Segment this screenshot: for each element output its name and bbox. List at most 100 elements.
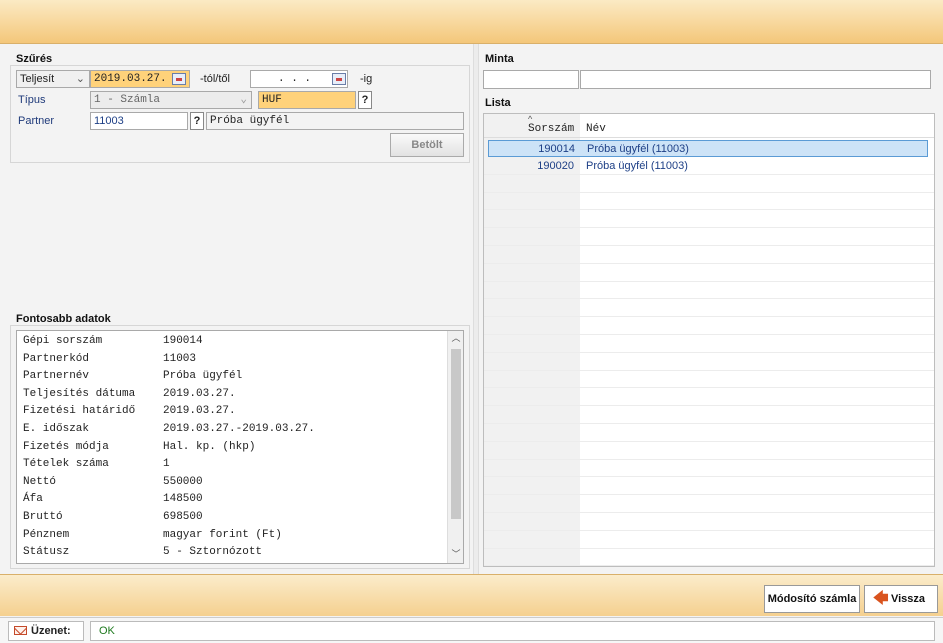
detail-key: Fizetés módja bbox=[23, 440, 109, 453]
type-select[interactable]: 1 - Számla ⌄ bbox=[90, 91, 252, 109]
table-row bbox=[484, 265, 934, 282]
table-row bbox=[484, 532, 934, 549]
list-group-title: Lista bbox=[485, 97, 511, 109]
partner-code-field[interactable]: 11003 bbox=[90, 112, 188, 130]
detail-key: Partnerkód bbox=[23, 352, 90, 365]
detail-key: Áfa bbox=[23, 493, 43, 506]
detail-key: Nettó bbox=[23, 475, 57, 488]
status-label-box: Üzenet: bbox=[8, 621, 84, 641]
date-to-value: . . . bbox=[278, 73, 312, 85]
table-row bbox=[484, 443, 934, 460]
table-row bbox=[484, 460, 934, 478]
details-panel: Gépi sorszám 190014 Partnerkód 11003 Partner… bbox=[16, 330, 464, 564]
modify-invoice-button[interactable]: Módosító számla bbox=[764, 585, 860, 613]
mail-icon bbox=[14, 626, 27, 635]
detail-value: Hal. kp. (hkp) bbox=[163, 440, 256, 453]
table-row bbox=[484, 300, 934, 318]
scroll-down-icon[interactable]: ﹀ bbox=[448, 547, 464, 563]
table-row bbox=[484, 514, 934, 531]
sample-field-1[interactable] bbox=[483, 70, 579, 89]
load-button[interactable]: Betölt bbox=[390, 133, 464, 157]
scroll-thumb[interactable] bbox=[451, 349, 461, 519]
status-bar: Üzenet: OK bbox=[0, 617, 943, 643]
window-titlebar bbox=[0, 0, 943, 44]
table-row bbox=[484, 354, 934, 371]
table-row[interactable]: 190020 Próba ügyfél (11003) bbox=[484, 158, 934, 175]
detail-value: 2019.03.27. bbox=[163, 405, 236, 418]
detail-value: Próba ügyfél bbox=[163, 370, 243, 383]
details-scrollbar[interactable]: ︿ ﹀ bbox=[447, 331, 463, 563]
from-suffix-label: -tól/től bbox=[200, 73, 230, 85]
row-name: Próba ügyfél (11003) bbox=[587, 143, 689, 155]
detail-value: 1 bbox=[163, 458, 170, 471]
partner-lookup-button[interactable]: ? bbox=[190, 112, 204, 130]
sample-group-title: Minta bbox=[485, 53, 514, 65]
detail-value: 5 - Sztornózott bbox=[163, 546, 263, 559]
detail-key: E. időszak bbox=[23, 423, 90, 435]
date-type-select[interactable]: Teljesít ⌄ bbox=[16, 70, 90, 88]
table-row bbox=[484, 318, 934, 335]
partner-name-value: Próba ügyfél bbox=[210, 115, 290, 127]
status-label: Üzenet: bbox=[31, 625, 71, 637]
calendar-icon[interactable] bbox=[172, 73, 186, 85]
currency-field[interactable]: HUF bbox=[258, 91, 356, 109]
row-number: 190020 bbox=[537, 159, 574, 172]
detail-key: Teljesítés dátuma bbox=[23, 387, 136, 400]
type-label: Típus bbox=[18, 94, 46, 106]
details-group-title: Fontosabb adatok bbox=[16, 313, 111, 325]
to-suffix-label: -ig bbox=[360, 73, 373, 85]
date-type-value: Teljesít bbox=[20, 73, 55, 85]
detail-value: 550000 bbox=[163, 475, 203, 488]
detail-value: magyar forint (Ft) bbox=[163, 528, 282, 541]
partner-label: Partner bbox=[18, 115, 55, 127]
pane-splitter[interactable] bbox=[473, 44, 479, 574]
result-list[interactable]: ^ Sorszám Név 190014 Próba ügyfél (11003)… bbox=[483, 113, 935, 567]
calendar-icon[interactable] bbox=[332, 73, 346, 85]
detail-key: Pénznem bbox=[23, 528, 70, 541]
table-row[interactable]: 190014 Próba ügyfél (11003) bbox=[488, 140, 928, 157]
column-header-name[interactable]: Név bbox=[586, 123, 606, 135]
back-arrow-icon: 🡄 bbox=[873, 590, 889, 607]
type-value: 1 - Számla bbox=[94, 94, 161, 106]
table-row bbox=[484, 247, 934, 264]
detail-value: 698500 bbox=[163, 511, 203, 523]
currency-lookup-button[interactable]: ? bbox=[358, 91, 372, 109]
table-row bbox=[484, 176, 934, 193]
detail-value: 11003 bbox=[163, 352, 197, 365]
partner-name-field: Próba ügyfél bbox=[206, 112, 464, 130]
detail-key: Fizetési határidő bbox=[23, 405, 136, 418]
row-number: 190014 bbox=[538, 143, 575, 155]
table-row bbox=[484, 389, 934, 407]
currency-value: HUF bbox=[262, 94, 282, 106]
row-name: Próba ügyfél (11003) bbox=[586, 159, 688, 172]
back-button[interactable]: 🡄 Vissza bbox=[864, 585, 938, 613]
detail-value: 2019.03.27.-2019.03.27. bbox=[163, 423, 315, 435]
detail-key: Tételek száma bbox=[23, 458, 109, 471]
detail-value: 2019.03.27. bbox=[163, 387, 236, 400]
detail-key: Státusz bbox=[23, 546, 70, 559]
table-row bbox=[484, 371, 934, 389]
table-row bbox=[484, 425, 934, 442]
detail-key: Gépi sorszám bbox=[23, 335, 103, 347]
partner-code-value: 11003 bbox=[94, 115, 124, 127]
table-row bbox=[484, 211, 934, 229]
table-row bbox=[484, 478, 934, 496]
table-row bbox=[484, 407, 934, 424]
detail-key: Partnernév bbox=[23, 370, 90, 383]
status-message: OK bbox=[90, 621, 935, 641]
detail-key: Bruttó bbox=[23, 511, 63, 523]
sample-field-2[interactable] bbox=[580, 70, 931, 89]
detail-value: 190014 bbox=[163, 335, 203, 347]
table-row bbox=[484, 229, 934, 246]
scroll-up-icon[interactable]: ︿ bbox=[448, 331, 464, 347]
table-row bbox=[484, 496, 934, 513]
table-row bbox=[484, 336, 934, 353]
detail-value: 148500 bbox=[163, 493, 203, 506]
list-header: ^ Sorszám Név bbox=[484, 114, 934, 138]
table-row bbox=[484, 549, 934, 567]
chevron-down-icon: ⌄ bbox=[75, 73, 85, 85]
filter-group-title: Szűrés bbox=[16, 53, 53, 65]
column-header-number[interactable]: Sorszám bbox=[528, 123, 574, 135]
table-row bbox=[484, 193, 934, 211]
date-from-value: 2019.03.27. bbox=[94, 73, 167, 85]
